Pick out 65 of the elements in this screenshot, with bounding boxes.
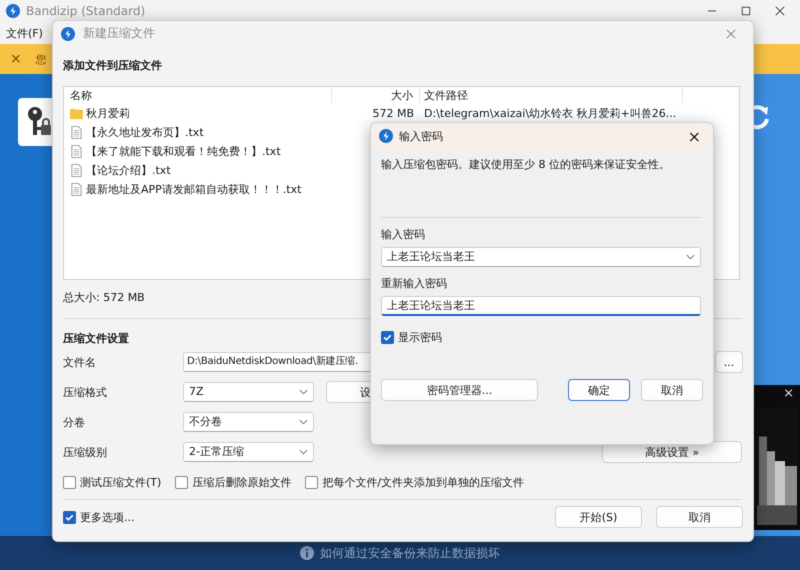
file-name[interactable]: 【来了就能下载和观看！纯免费！】.txt bbox=[86, 144, 281, 159]
dialog-title: 输入密码 bbox=[399, 128, 443, 144]
field-label: 重新输入密码 bbox=[381, 276, 448, 292]
file-icon bbox=[70, 145, 83, 158]
message-text: 输入压缩包密码。建议使用至少 8 位的密码来保证安全性。 bbox=[381, 157, 671, 173]
chevron-down-icon bbox=[686, 254, 695, 260]
field-label: 文件名 bbox=[63, 354, 97, 370]
field-label: 压缩格式 bbox=[63, 384, 108, 400]
checkbox-label: 测试压缩文件(T) bbox=[80, 474, 162, 490]
window-title: Bandizip (Standard) bbox=[26, 4, 146, 18]
dialog-button[interactable]: 取消 bbox=[656, 506, 743, 528]
split-dropdown[interactable]: 不分卷 bbox=[183, 412, 314, 432]
file-name[interactable]: 最新地址及APP请发邮箱自动获取！！！.txt bbox=[86, 182, 302, 197]
dialog-button[interactable]: 取消 bbox=[641, 379, 703, 401]
field-label: 输入密码 bbox=[381, 227, 426, 243]
field-label: 分卷 bbox=[63, 414, 86, 430]
password-manager-button[interactable]: 密码管理器... bbox=[381, 379, 538, 401]
menu-item[interactable]: 文件(F) bbox=[6, 26, 43, 40]
file-size: 572 MB bbox=[371, 107, 415, 120]
level-dropdown[interactable]: 2-正常压缩 bbox=[183, 442, 314, 462]
app-logo-icon bbox=[379, 129, 393, 143]
file-icon bbox=[70, 164, 83, 177]
checkbox-label: 压缩后删除原始文件 bbox=[192, 474, 292, 490]
file-name[interactable]: 秋月爱莉 bbox=[86, 106, 130, 121]
file-name[interactable]: 【论坛介绍】.txt bbox=[86, 163, 171, 178]
field-label: 压缩级别 bbox=[63, 444, 108, 460]
checkbox[interactable] bbox=[63, 510, 76, 524]
column-header[interactable]: 名称 bbox=[64, 88, 332, 103]
checkbox[interactable] bbox=[305, 476, 318, 488]
chevron-down-icon bbox=[299, 389, 308, 395]
chevron-down-icon bbox=[299, 419, 308, 425]
checkbox-label: 显示密码 bbox=[398, 330, 442, 345]
column-header[interactable]: 大小 bbox=[332, 88, 420, 103]
folder-icon bbox=[70, 107, 83, 120]
dialog-title: 新建压缩文件 bbox=[83, 25, 155, 42]
close-icon[interactable] bbox=[775, 6, 785, 16]
checkbox[interactable] bbox=[381, 331, 394, 344]
total-size: 总大小: 572 MB bbox=[63, 290, 145, 306]
banner-text: 您 bbox=[36, 52, 47, 66]
column-header[interactable]: 文件路径 bbox=[420, 88, 683, 103]
file-name[interactable]: 【永久地址发布页】.txt bbox=[86, 125, 204, 140]
confirm-password-field[interactable]: 上老王论坛当老王 bbox=[381, 296, 701, 316]
checkbox-label: 把每个文件/文件夹添加到单独的压缩文件 bbox=[322, 474, 524, 490]
browse-button[interactable]: ... bbox=[715, 351, 743, 373]
file-path: D:\telegram\xaizai\幼水铃衣 秋月爱莉+叫兽26... bbox=[423, 106, 678, 121]
video-close-button[interactable]: × bbox=[783, 387, 794, 401]
format-dropdown[interactable]: 7Z bbox=[183, 382, 314, 402]
tip-text: 如何通过安全备份来防止数据损坏 bbox=[320, 544, 500, 562]
checkbox-label: 更多选项... bbox=[80, 510, 134, 524]
section-heading: 添加文件到压缩文件 bbox=[63, 58, 162, 74]
close-button[interactable]: × bbox=[688, 126, 701, 146]
maximize-icon[interactable] bbox=[741, 6, 751, 16]
dialog-button[interactable]: 开始(S) bbox=[555, 506, 642, 528]
chevron-down-icon bbox=[299, 449, 308, 455]
section-heading: 压缩文件设置 bbox=[63, 331, 129, 347]
banner-close-button[interactable]: × bbox=[10, 51, 22, 67]
password-combo[interactable]: 上老王论坛当老王 bbox=[381, 247, 701, 267]
info-icon bbox=[300, 546, 314, 560]
checkbox[interactable] bbox=[175, 476, 188, 488]
app-logo-icon bbox=[6, 4, 20, 18]
checkbox[interactable] bbox=[63, 476, 76, 488]
app-logo-icon bbox=[61, 26, 75, 40]
file-icon bbox=[70, 126, 83, 139]
file-icon bbox=[70, 183, 83, 196]
dialog-button[interactable]: 确定 bbox=[568, 379, 630, 401]
